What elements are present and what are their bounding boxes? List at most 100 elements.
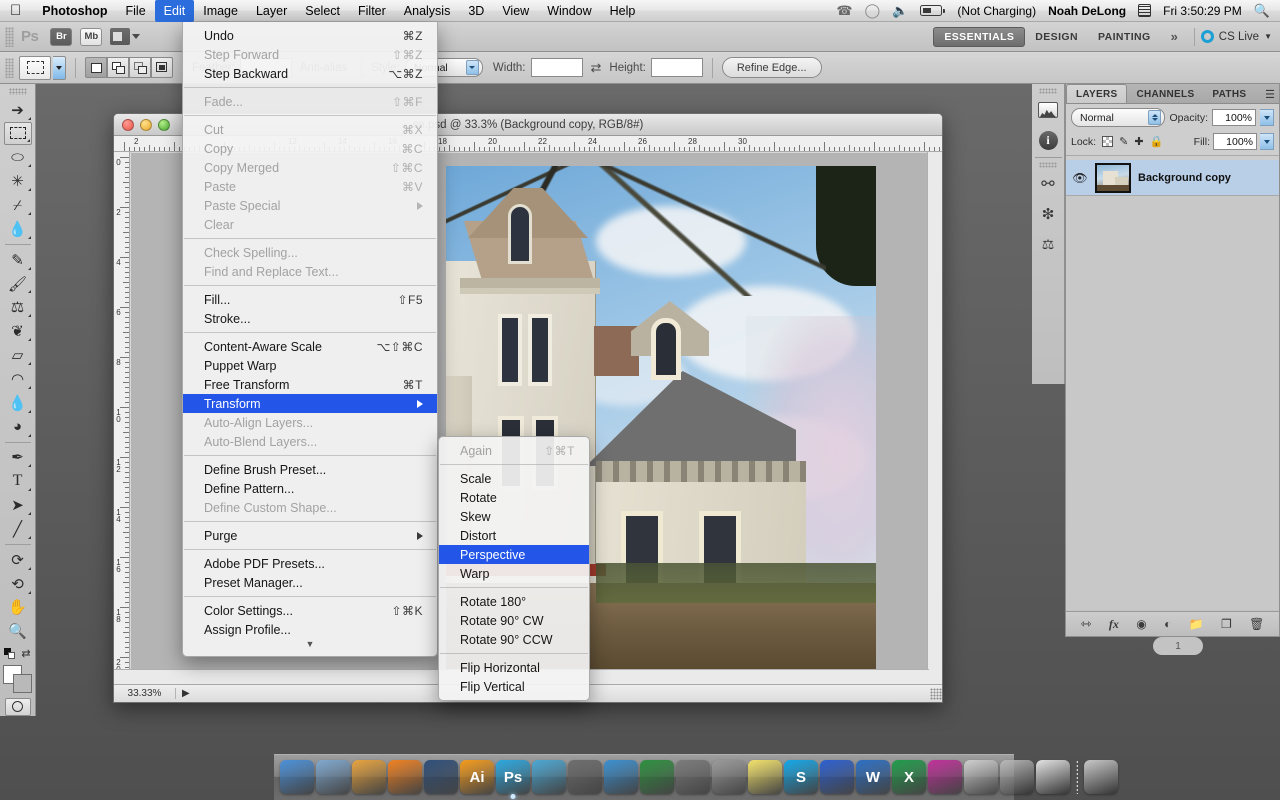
tool-clone-stamp-tool[interactable]: ⚖ bbox=[4, 295, 32, 319]
dock-item-iweb[interactable] bbox=[532, 760, 566, 794]
menu-scroll-down-icon[interactable]: ▼ bbox=[183, 639, 437, 652]
lock-position-icon[interactable]: ✚ bbox=[1134, 135, 1143, 148]
volume-icon[interactable]: 🔈 bbox=[886, 3, 914, 19]
dock-item-itunes[interactable] bbox=[604, 760, 638, 794]
subtract-from-selection-button[interactable] bbox=[129, 57, 151, 78]
dock-item-microsoft-excel[interactable]: X bbox=[892, 760, 926, 794]
workspace-painting[interactable]: PAINTING bbox=[1088, 28, 1161, 46]
background-color-swatch[interactable] bbox=[12, 674, 32, 694]
screen-mode-icon[interactable] bbox=[110, 28, 131, 45]
menu-item-undo[interactable]: Undo ⌘Z bbox=[183, 26, 437, 45]
new-group-icon[interactable]: 📁 bbox=[1189, 617, 1204, 631]
new-selection-button[interactable] bbox=[85, 57, 107, 78]
menu-item-stroke[interactable]: Stroke... bbox=[183, 309, 437, 328]
dock-item-imovie[interactable] bbox=[676, 760, 710, 794]
chat-bubble-icon[interactable]: ◯ bbox=[859, 2, 887, 19]
layer-mask-icon[interactable]: ◉ bbox=[1136, 617, 1146, 631]
window-resize-handle[interactable] bbox=[930, 688, 942, 700]
delete-layer-icon[interactable]: 🗑 bbox=[1249, 617, 1264, 631]
cs-live-button[interactable]: CS Live ▼ bbox=[1200, 30, 1272, 43]
toolbar-grip[interactable] bbox=[8, 88, 27, 95]
menu-item-purge[interactable]: Purge bbox=[183, 526, 437, 545]
menu-item-edit[interactable]: Edit bbox=[154, 0, 195, 22]
battery-icon[interactable] bbox=[914, 5, 951, 16]
menu-item-preset-manager[interactable]: Preset Manager... bbox=[183, 573, 437, 592]
menu-item-fill[interactable]: Fill... ⇧F5 bbox=[183, 290, 437, 309]
menu-item-help[interactable]: Help bbox=[601, 0, 645, 22]
blend-mode-select[interactable]: Normal bbox=[1071, 108, 1166, 127]
vertical-ruler[interactable]: 02468101214161820 bbox=[114, 152, 130, 686]
dock-item-photoshop[interactable]: Ps bbox=[496, 760, 530, 799]
launch-bridge-button[interactable]: Br bbox=[50, 27, 73, 46]
tab-paths[interactable]: PATHS bbox=[1203, 85, 1255, 103]
quick-mask-icon[interactable] bbox=[4, 697, 31, 717]
refine-edge-button[interactable]: Refine Edge... bbox=[721, 57, 822, 78]
lock-image-pixels-icon[interactable]: ✎ bbox=[1119, 135, 1128, 148]
bluetooth-icon[interactable]: ☎ bbox=[830, 3, 858, 19]
width-input[interactable] bbox=[530, 58, 583, 77]
spotlight-search-icon[interactable]: 🔍 bbox=[1248, 3, 1280, 19]
status-detail[interactable]: ▶ bbox=[176, 688, 190, 699]
blend-mode-stepper-icon[interactable] bbox=[1148, 110, 1162, 125]
tool-spot-healing-brush-tool[interactable]: ✎ bbox=[4, 248, 32, 272]
menu-item-warp[interactable]: Warp bbox=[439, 564, 589, 583]
menu-item-define-pattern[interactable]: Define Pattern... bbox=[183, 479, 437, 498]
tool-line-shape-tool[interactable]: ╱ bbox=[4, 517, 32, 541]
tool-eyedropper-tool[interactable]: 💧 bbox=[4, 217, 32, 241]
tab-layers[interactable]: LAYERS bbox=[1066, 84, 1128, 103]
opacity-input[interactable]: 100% bbox=[1212, 109, 1256, 126]
menu-item-rotate-90-ccw[interactable]: Rotate 90° CCW bbox=[439, 630, 589, 649]
menu-item-scale[interactable]: Scale bbox=[439, 469, 589, 488]
menu-item-flip-vertical[interactable]: Flip Vertical bbox=[439, 677, 589, 696]
user-name[interactable]: Noah DeLong bbox=[1042, 4, 1132, 18]
tool-3d-rotate-tool[interactable]: ⟳ bbox=[4, 548, 32, 572]
lock-transparent-pixels-icon[interactable] bbox=[1102, 136, 1114, 147]
menu-item-transform[interactable]: Transform bbox=[183, 394, 437, 413]
color-panel-icon[interactable]: ⚯ bbox=[1035, 170, 1061, 198]
opacity-chevron-down-icon[interactable] bbox=[1260, 109, 1274, 126]
edit-menu-dropdown[interactable]: Undo ⌘Z Step Forward ⇧⌘Z Step Backward ⌥⌘Z Fad… bbox=[182, 22, 438, 657]
menu-item-define-brush-preset[interactable]: Define Brush Preset... bbox=[183, 460, 437, 479]
menu-item-content-aware-scale[interactable]: Content-Aware Scale ⌥⇧⌘C bbox=[183, 337, 437, 356]
icon-dock-grip[interactable] bbox=[1039, 88, 1057, 94]
dock-item-finder[interactable] bbox=[280, 760, 314, 794]
tool-dodge-tool[interactable]: ◕ bbox=[4, 415, 32, 439]
tool-gradient-tool[interactable]: ◠ bbox=[4, 367, 32, 391]
calendar-icon[interactable] bbox=[1132, 4, 1157, 17]
lock-all-icon[interactable]: 🔒 bbox=[1150, 135, 1164, 148]
canvas-vertical-scrollbar[interactable] bbox=[927, 152, 942, 686]
menu-item-adobe-pdf-presets[interactable]: Adobe PDF Presets... bbox=[183, 554, 437, 573]
menu-item-step-backward[interactable]: Step Backward ⌥⌘Z bbox=[183, 64, 437, 83]
tool-pen-tool[interactable]: ✒ bbox=[4, 445, 32, 469]
dock-item-iphoto[interactable] bbox=[352, 760, 386, 794]
dock-item-chrome[interactable] bbox=[640, 760, 674, 794]
tool-quick-selection-tool[interactable]: ✳ bbox=[4, 169, 32, 193]
dock-item-app-pink[interactable] bbox=[928, 760, 962, 794]
info-panel-icon[interactable]: i bbox=[1035, 126, 1061, 154]
tool-move-tool[interactable]: ➔ bbox=[4, 98, 32, 122]
menu-item-analysis[interactable]: Analysis bbox=[395, 0, 460, 22]
icon-dock-grip-2[interactable] bbox=[1039, 162, 1057, 168]
menu-item-file[interactable]: File bbox=[117, 0, 155, 22]
tool-3d-orbit-tool[interactable]: ⟲ bbox=[4, 572, 32, 596]
screen-mode-chevron-down-icon[interactable] bbox=[132, 34, 141, 39]
tool-hand-tool[interactable]: ✋ bbox=[4, 596, 32, 620]
tool-history-brush-tool[interactable]: ❦ bbox=[4, 319, 32, 343]
menu-item-color-settings[interactable]: Color Settings... ⇧⌘K bbox=[183, 601, 437, 620]
layer-list[interactable]: 👁 Background copy bbox=[1066, 160, 1279, 610]
dock-item-mail-stamp[interactable] bbox=[1000, 760, 1034, 794]
launch-mini-bridge-button[interactable]: Mb bbox=[80, 27, 103, 46]
tool-path-selection-tool[interactable]: ➤ bbox=[4, 493, 32, 517]
tool-rectangular-marquee-tool[interactable] bbox=[3, 121, 32, 146]
dock-item-trash[interactable] bbox=[1084, 760, 1118, 794]
zoom-button[interactable] bbox=[158, 118, 170, 131]
tool-blur-tool[interactable]: 💧 bbox=[4, 391, 32, 415]
new-layer-icon[interactable]: ❐ bbox=[1221, 617, 1232, 631]
default-colors-icon[interactable] bbox=[4, 648, 16, 660]
link-layers-icon[interactable]: ⇿ bbox=[1081, 616, 1092, 632]
dock-item-preview[interactable] bbox=[316, 760, 350, 794]
zoom-level-input[interactable]: 33.33% bbox=[114, 688, 176, 699]
layer-thumbnail[interactable] bbox=[1095, 162, 1131, 193]
menu-item-flip-horizontal[interactable]: Flip Horizontal bbox=[439, 658, 589, 677]
transform-submenu[interactable]: Again ⇧⌘T Scale Rotate Skew Distort Perspectiv… bbox=[438, 436, 590, 701]
